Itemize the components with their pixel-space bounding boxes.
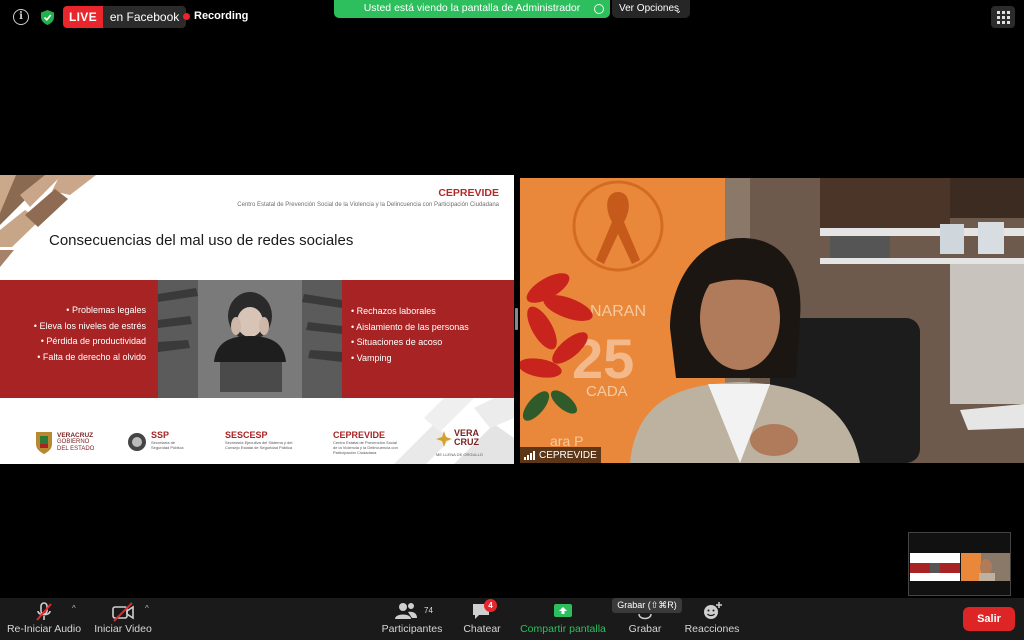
split-view-handle[interactable] — [515, 308, 518, 330]
org-title: CEPREVIDE — [438, 187, 499, 199]
signal-strength-icon — [524, 450, 535, 460]
camera-off-icon — [112, 602, 134, 622]
recording-indicator[interactable]: Recording — [183, 10, 248, 22]
veracruz-logo-sub1: GOBIERNO — [57, 439, 90, 445]
participant-video[interactable]: NARAN 25 CADA ara P CEPREVIDE — [520, 178, 1024, 463]
record-tooltip: Grabar (⇧⌘R) — [612, 598, 682, 613]
microphone-muted-icon — [36, 602, 52, 621]
ssp-logo: SSP Secretaría de Seguridad Pública — [127, 428, 202, 458]
participants-count: 74 — [424, 606, 433, 615]
record-label: Grabar — [628, 623, 662, 635]
ceprevide-logo: CEPREVIDE Centro Estatal de Prevención S… — [333, 428, 428, 458]
bullet-list-left: Problemas legales Eleva los niveles de e… — [10, 303, 146, 365]
view-options-button[interactable]: Ver Opciones ⌄ — [612, 0, 690, 18]
smiley-add-icon — [704, 602, 722, 619]
share-screen-icon — [554, 604, 572, 617]
participant-name: CEPREVIDE — [539, 449, 597, 461]
reactions-label: Reacciones — [684, 623, 740, 635]
record-icon — [638, 614, 652, 620]
share-screen-label: Compartir pantalla — [520, 623, 606, 635]
ceprevide-logo-sub3: Participación Ciudadana — [333, 450, 377, 455]
participants-icon — [394, 603, 417, 619]
meeting-toolbar: Re-Iniciar Audio ^ Iniciar Video ^ 74 Pa… — [0, 598, 1024, 640]
reactions-button[interactable]: Reacciones — [684, 598, 740, 640]
org-subtitle: Centro Estatal de Prevención Social de l… — [237, 202, 499, 208]
bullet-item: Pérdida de productividad — [10, 334, 146, 350]
veracruz-brand-title2: CRUZ — [454, 437, 479, 447]
veracruz-logo-sub2: DEL ESTADO — [57, 445, 95, 452]
bullet-item: Problemas legales — [10, 303, 146, 319]
self-view-thumbnail[interactable] — [908, 532, 1011, 596]
video-label: Iniciar Video — [94, 623, 152, 635]
audio-label: Re-Iniciar Audio — [6, 623, 82, 635]
veracruz-logo-title: VERACRUZ — [57, 432, 94, 439]
shared-slide: CEPREVIDE Centro Estatal de Prevención S… — [0, 175, 514, 464]
share-status-icon — [594, 4, 604, 14]
audio-options-chevron-icon[interactable]: ^ — [72, 604, 76, 613]
top-bar: i LIVE en Facebook Recording Usted está … — [0, 0, 1024, 36]
recording-label: Recording — [194, 10, 249, 22]
slide-heading: Consecuencias del mal uso de redes socia… — [49, 232, 354, 249]
share-banner-text: Usted está viendo la pantalla de Adminis… — [363, 2, 581, 14]
veracruz-brand-sub: ME LLENA DE ORGULLO — [436, 452, 483, 457]
veracruz-government-logo: VERACRUZ GOBIERNO DEL ESTADO — [34, 428, 104, 458]
participant-name-tag: CEPREVIDE — [520, 447, 601, 463]
gallery-view-icon[interactable] — [991, 6, 1015, 28]
bullet-item: Vamping — [351, 351, 506, 367]
sescesp-logo-sub2: Consejo Estatal de Seguridad Pública — [225, 445, 293, 450]
stressed-person-photo — [158, 280, 342, 398]
video-frame: NARAN 25 CADA ara P — [520, 178, 1024, 463]
recording-dot-icon — [183, 12, 190, 20]
video-options-chevron-icon[interactable]: ^ — [145, 604, 149, 613]
leave-meeting-button[interactable]: Salir — [963, 607, 1015, 631]
banner-text-cada: CADA — [586, 383, 628, 400]
bullet-item: Falta de derecho al olvido — [10, 350, 146, 366]
info-icon[interactable]: i — [13, 9, 29, 25]
banner-text-naranja: NARAN — [590, 303, 646, 320]
veracruz-brand-logo: VERA CRUZ ME LLENA DE ORGULLO — [436, 428, 496, 458]
participants-label: Participantes — [381, 623, 443, 635]
participants-button[interactable]: 74 Participantes — [380, 598, 444, 640]
bullet-item: Situaciones de acoso — [351, 335, 506, 351]
bullet-item: Eleva los niveles de estrés — [10, 319, 146, 335]
slide-pattern-decoration — [0, 175, 96, 267]
live-badge: LIVE — [63, 6, 103, 28]
bullet-list-right: Rechazos laborales Aislamiento de las pe… — [351, 304, 506, 366]
chat-label: Chatear — [463, 623, 501, 635]
ssp-logo-sub2: Seguridad Pública — [151, 445, 184, 450]
ceprevide-logo-title: CEPREVIDE — [333, 430, 386, 440]
chat-button[interactable]: 4 Chatear — [456, 598, 508, 640]
bullet-item: Rechazos laborales — [351, 304, 506, 320]
view-options-label: Ver Opciones — [619, 3, 680, 14]
security-shield-icon[interactable] — [41, 10, 54, 25]
chevron-down-icon: ⌄ — [674, 5, 682, 15]
live-stream-indicator[interactable]: LIVE en Facebook — [63, 6, 187, 28]
bullet-item: Aislamiento de las personas — [351, 320, 506, 336]
share-screen-button[interactable]: Compartir pantalla — [516, 598, 610, 640]
screen-share-banner: Usted está viendo la pantalla de Adminis… — [334, 0, 610, 18]
sescesp-logo-title: SESCESP — [225, 430, 268, 440]
chat-unread-badge: 4 — [484, 599, 497, 612]
ssp-logo-title: SSP — [151, 430, 170, 440]
sponsor-logos: VERACRUZ GOBIERNO DEL ESTADO SSP Secreta… — [0, 428, 514, 462]
live-destination: en Facebook — [102, 6, 187, 28]
sescesp-logo: SESCESP Secretaría Ejecutiva del Sistema… — [225, 428, 315, 458]
